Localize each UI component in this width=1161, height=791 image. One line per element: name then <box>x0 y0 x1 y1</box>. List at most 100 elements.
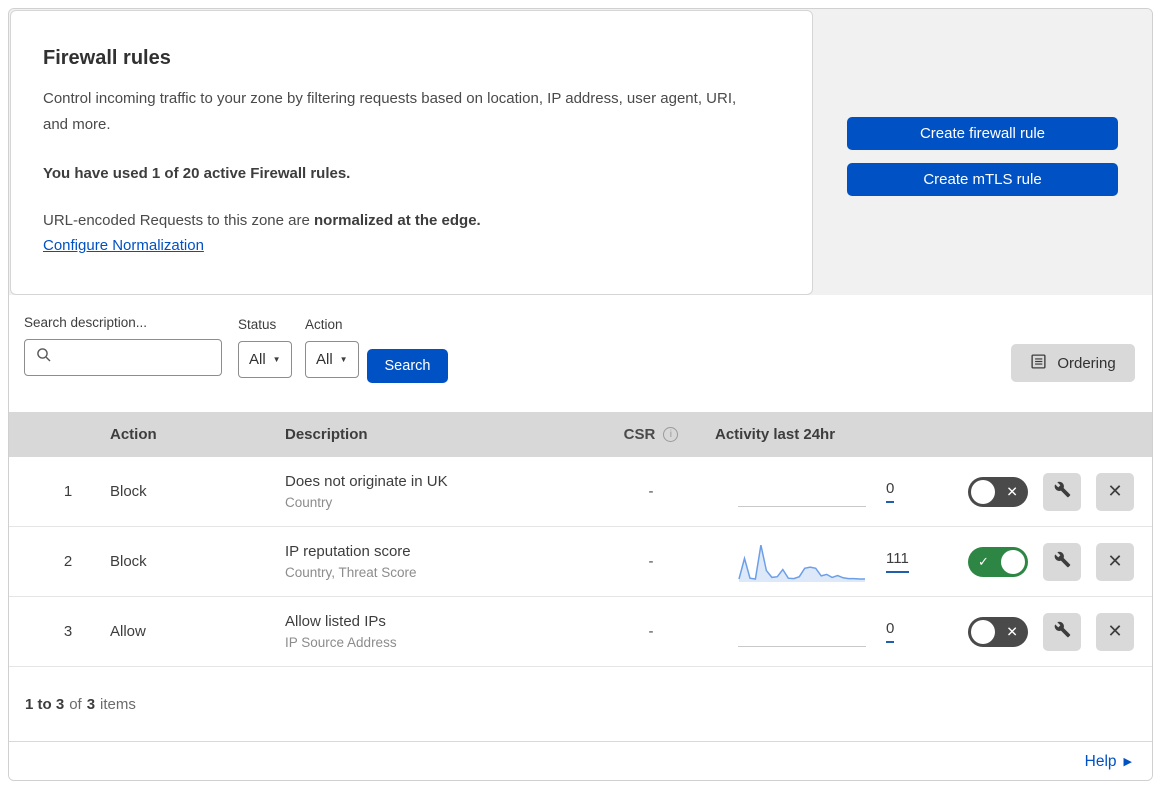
help-arrow-icon: ▶ <box>1123 756 1132 768</box>
ordering-button[interactable]: Ordering <box>1011 344 1135 382</box>
items-text: items <box>100 695 136 713</box>
wrench-icon <box>1054 551 1071 573</box>
search-button[interactable]: Search <box>367 349 448 383</box>
info-icon[interactable]: i <box>663 427 679 442</box>
activity-sparkline-flat <box>738 609 866 655</box>
search-label: Search description... <box>24 315 148 330</box>
close-icon: ✕ <box>1107 481 1123 501</box>
rule-description: IP reputation score <box>285 543 411 560</box>
activity-sparkline-chart <box>738 539 866 585</box>
activity-count-link[interactable]: 111 <box>886 550 909 573</box>
top-section: Firewall rules Control incoming traffic … <box>9 9 1152 295</box>
toggle-knob <box>971 619 995 644</box>
intro-card: Firewall rules Control incoming traffic … <box>10 10 813 295</box>
action-filter-group: Action All ▼ <box>305 317 359 378</box>
close-icon: ✕ <box>1107 551 1123 571</box>
toggle-off-x-icon: ✕ <box>1006 483 1018 499</box>
status-filter-group: Status All ▼ <box>238 317 292 378</box>
search-box <box>24 339 222 376</box>
edit-rule-button[interactable] <box>1043 472 1081 511</box>
rule-controls: ✕ ✕ <box>925 472 1152 511</box>
wrench-icon <box>1054 621 1071 643</box>
rule-controls: ✓ ✕ <box>925 542 1152 581</box>
rule-description: Does not originate in UK <box>285 473 448 490</box>
rule-action: Block <box>110 553 147 570</box>
help-link[interactable]: Help ▶ <box>1085 753 1132 771</box>
rule-criteria: Country, Threat Score <box>285 565 417 580</box>
csr-value: - <box>648 553 654 570</box>
table-header: Action Description CSR i Activity last 2… <box>9 412 1152 457</box>
toggle-on-check-icon: ✓ <box>978 553 989 569</box>
action-dropdown-value: All <box>316 351 333 368</box>
rule-description: Allow listed IPs <box>285 613 386 630</box>
create-mtls-rule-button[interactable]: Create mTLS rule <box>847 162 1118 196</box>
toggle-off-x-icon: ✕ <box>1006 623 1018 639</box>
rule-toggle[interactable]: ✓ <box>968 546 1028 577</box>
edit-rule-button[interactable] <box>1043 542 1081 581</box>
status-dropdown[interactable]: All ▼ <box>238 341 292 378</box>
csr-value: - <box>648 483 654 500</box>
total-count: 3 <box>86 695 96 713</box>
delete-rule-button[interactable]: ✕ <box>1096 472 1134 511</box>
table-row: 3 Allow Allow listed IPs IP Source Addre… <box>9 597 1152 667</box>
toggle-knob <box>971 479 995 504</box>
create-actions-panel: Create firewall rule Create mTLS rule <box>813 9 1152 295</box>
page-title: Firewall rules <box>43 47 171 69</box>
usage-summary: You have used 1 of 20 active Firewall ru… <box>43 165 351 182</box>
rule-toggle[interactable]: ✕ <box>968 616 1028 647</box>
rule-priority: 3 <box>63 623 73 640</box>
table-row: 1 Block Does not originate in UK Country… <box>9 457 1152 527</box>
csr-column-header: CSR i <box>596 426 706 443</box>
wrench-icon <box>1054 481 1071 503</box>
activity-cell: 0 <box>706 609 925 655</box>
edit-rule-button[interactable] <box>1043 612 1081 651</box>
rule-priority: 2 <box>63 553 73 570</box>
action-label: Action <box>305 317 343 332</box>
rule-criteria: IP Source Address <box>285 635 397 650</box>
create-firewall-rule-button[interactable]: Create firewall rule <box>847 116 1118 150</box>
status-dropdown-value: All <box>249 351 266 368</box>
rule-description-cell: Allow listed IPs IP Source Address <box>276 613 596 650</box>
activity-cell: 0 <box>706 469 925 515</box>
toggle-knob <box>1001 549 1025 574</box>
search-icon <box>36 347 52 368</box>
status-label: Status <box>238 317 277 332</box>
filter-bar: Search description... Status All ▼ Actio… <box>9 295 1152 412</box>
rule-criteria: Country <box>285 495 333 510</box>
description-column-header: Description <box>285 426 368 443</box>
rule-controls: ✕ ✕ <box>925 612 1152 651</box>
page-description: Control incoming traffic to your zone by… <box>43 90 737 133</box>
range-text: 1 to 3 <box>25 695 65 713</box>
action-column-header: Action <box>110 426 157 443</box>
search-input[interactable] <box>60 349 210 366</box>
rule-action: Allow <box>110 623 146 640</box>
table-row: 2 Block IP reputation score Country, Thr… <box>9 527 1152 597</box>
normalization-prefix: URL-encoded Requests to this zone are <box>43 212 314 229</box>
rule-toggle[interactable]: ✕ <box>968 476 1028 507</box>
close-icon: ✕ <box>1107 621 1123 641</box>
help-label: Help <box>1084 752 1117 770</box>
delete-rule-button[interactable]: ✕ <box>1096 542 1134 581</box>
rule-description-cell: Does not originate in UK Country <box>276 473 596 510</box>
configure-normalization-link[interactable]: Configure Normalization <box>43 237 204 254</box>
rule-action: Block <box>110 483 147 500</box>
of-text: of <box>69 695 82 713</box>
normalization-bold: normalized at the edge. <box>314 212 481 229</box>
csr-header-label: CSR <box>623 426 656 443</box>
activity-sparkline-flat <box>738 469 866 515</box>
normalization-note: URL-encoded Requests to this zone are no… <box>43 209 752 233</box>
help-row: Help ▶ <box>9 742 1152 780</box>
ordering-button-label: Ordering <box>1057 354 1116 372</box>
activity-cell: 111 <box>706 539 925 585</box>
search-group: Search description... <box>24 315 222 376</box>
ordering-list-icon <box>1030 353 1047 374</box>
activity-count-link[interactable]: 0 <box>886 480 895 503</box>
activity-count-link[interactable]: 0 <box>886 620 895 643</box>
delete-rule-button[interactable]: ✕ <box>1096 612 1134 651</box>
firewall-rules-card: Firewall rules Control incoming traffic … <box>8 8 1153 781</box>
activity-column-header: Activity last 24hr <box>715 426 836 443</box>
action-dropdown[interactable]: All ▼ <box>305 341 359 378</box>
rule-priority: 1 <box>63 483 73 500</box>
rule-description-cell: IP reputation score Country, Threat Scor… <box>276 543 596 580</box>
chevron-down-icon: ▼ <box>272 355 281 364</box>
